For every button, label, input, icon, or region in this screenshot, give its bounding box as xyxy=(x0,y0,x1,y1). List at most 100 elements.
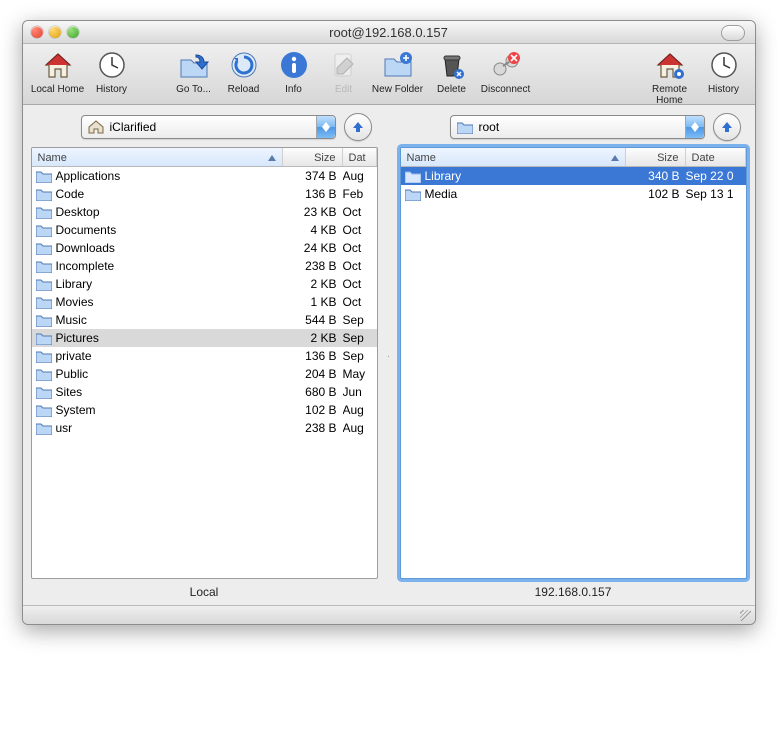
resize-handle[interactable] xyxy=(23,605,755,624)
file-size: 23 KB xyxy=(277,205,343,219)
toolbar-label: Info xyxy=(285,84,302,95)
table-row[interactable]: Library2 KBOct xyxy=(32,275,377,293)
file-name: Desktop xyxy=(56,205,100,219)
info-button[interactable]: Info xyxy=(269,48,319,95)
folder-icon xyxy=(36,314,52,327)
file-name: Code xyxy=(56,187,85,201)
table-row[interactable]: Pictures2 KBSep xyxy=(32,329,377,347)
reload-button[interactable]: Reload xyxy=(219,48,269,95)
file-size: 374 B xyxy=(277,169,343,183)
file-date: Oct xyxy=(343,295,377,309)
folder-icon xyxy=(36,242,52,255)
col-date[interactable]: Date xyxy=(686,148,746,166)
zoom-button[interactable] xyxy=(67,26,79,38)
table-row[interactable]: Movies1 KBOct xyxy=(32,293,377,311)
file-date: Oct xyxy=(343,223,377,237)
table-row[interactable]: Media102 BSep 13 1 xyxy=(401,185,746,203)
folder-icon xyxy=(36,296,52,309)
file-date: Sep xyxy=(343,313,377,327)
table-row[interactable]: Desktop23 KBOct xyxy=(32,203,377,221)
file-name: Incomplete xyxy=(56,259,115,273)
toolbar-label: New Folder xyxy=(372,84,423,95)
file-size: 2 KB xyxy=(277,277,343,291)
table-row[interactable]: Library340 BSep 22 0 xyxy=(401,167,746,185)
table-row[interactable]: Code136 BFeb xyxy=(32,185,377,203)
col-name[interactable]: Name xyxy=(32,148,283,166)
file-size: 238 B xyxy=(277,259,343,273)
goto-button[interactable]: Go To... xyxy=(169,48,219,95)
new-folder-icon xyxy=(381,48,415,82)
local-file-list[interactable]: Name Size Dat Applications 374 B Aug Code13… xyxy=(31,147,378,579)
folder-icon xyxy=(457,121,473,134)
file-date: Sep 22 0 xyxy=(686,169,746,183)
new-folder-button[interactable]: New Folder xyxy=(369,48,427,95)
col-size[interactable]: Size xyxy=(626,148,686,166)
table-row[interactable]: Incomplete238 BOct xyxy=(32,257,377,275)
col-name[interactable]: Name xyxy=(401,148,626,166)
local-path-popup[interactable]: iClarified xyxy=(81,115,336,139)
col-date[interactable]: Dat xyxy=(343,148,377,166)
table-row[interactable]: usr238 BAug xyxy=(32,419,377,437)
folder-icon xyxy=(405,188,421,201)
goto-icon xyxy=(177,48,211,82)
minimize-button[interactable] xyxy=(49,26,61,38)
file-name: Pictures xyxy=(56,331,99,345)
table-row[interactable]: Music544 BSep xyxy=(32,311,377,329)
local-home-button[interactable]: Local Home xyxy=(29,48,87,95)
disconnect-icon xyxy=(489,48,523,82)
remote-file-list[interactable]: Name Size Date Library340 BSep 22 0Media… xyxy=(400,147,747,579)
file-size: 102 B xyxy=(277,403,343,417)
close-button[interactable] xyxy=(31,26,43,38)
remote-home-button[interactable]: Remote Home xyxy=(641,48,699,106)
file-name: Documents xyxy=(56,223,117,237)
folder-icon xyxy=(36,386,52,399)
home-icon xyxy=(88,120,104,134)
arrow-up-icon xyxy=(351,120,365,134)
table-row[interactable]: private136 BSep xyxy=(32,347,377,365)
table-row[interactable]: Documents 4 KBOct xyxy=(32,221,377,239)
folder-icon xyxy=(405,170,421,183)
file-name: Applications xyxy=(56,169,121,183)
folder-icon xyxy=(36,188,52,201)
folder-icon xyxy=(36,332,52,345)
toolbar-label: Disconnect xyxy=(481,84,530,95)
window: root@192.168.0.157 Local Home History xyxy=(22,20,756,625)
folder-icon xyxy=(36,206,52,219)
window-controls xyxy=(23,26,87,38)
file-date: Oct xyxy=(343,241,377,255)
file-name: Downloads xyxy=(56,241,115,255)
file-date: Aug xyxy=(343,403,377,417)
local-history-button[interactable]: History xyxy=(87,48,137,95)
folder-icon xyxy=(36,278,52,291)
folder-icon xyxy=(36,368,52,381)
local-up-button[interactable] xyxy=(344,113,372,141)
folder-icon xyxy=(36,404,52,417)
toolbar-toggle-button[interactable] xyxy=(721,25,745,41)
col-size[interactable]: Size xyxy=(283,148,343,166)
delete-button[interactable]: Delete xyxy=(427,48,477,95)
sort-asc-icon xyxy=(611,152,619,164)
table-row[interactable]: System102 BAug xyxy=(32,401,377,419)
table-row[interactable]: Applications374 BAug xyxy=(32,167,377,185)
remote-history-button[interactable]: History xyxy=(699,48,749,106)
file-date: May xyxy=(343,367,377,381)
file-date: Oct xyxy=(343,277,377,291)
splitter[interactable]: · xyxy=(386,113,392,599)
toolbar-label: Delete xyxy=(437,84,466,95)
file-size: 4 KB xyxy=(277,223,343,237)
table-row[interactable]: Public204 BMay xyxy=(32,365,377,383)
table-row[interactable]: Downloads24 KBOct xyxy=(32,239,377,257)
file-date: Feb xyxy=(343,187,377,201)
file-size: 680 B xyxy=(277,385,343,399)
trash-icon xyxy=(435,48,469,82)
toolbar-label: Remote Home xyxy=(652,84,687,106)
remote-column-header[interactable]: Name Size Date xyxy=(401,148,746,167)
disconnect-button[interactable]: Disconnect xyxy=(477,48,535,95)
local-column-header[interactable]: Name Size Dat xyxy=(32,148,377,167)
remote-up-button[interactable] xyxy=(713,113,741,141)
remote-path-popup[interactable]: root xyxy=(450,115,705,139)
home-icon xyxy=(41,48,75,82)
toolbar-label: Local Home xyxy=(31,84,84,95)
file-size: 1 KB xyxy=(277,295,343,309)
table-row[interactable]: Sites680 BJun xyxy=(32,383,377,401)
